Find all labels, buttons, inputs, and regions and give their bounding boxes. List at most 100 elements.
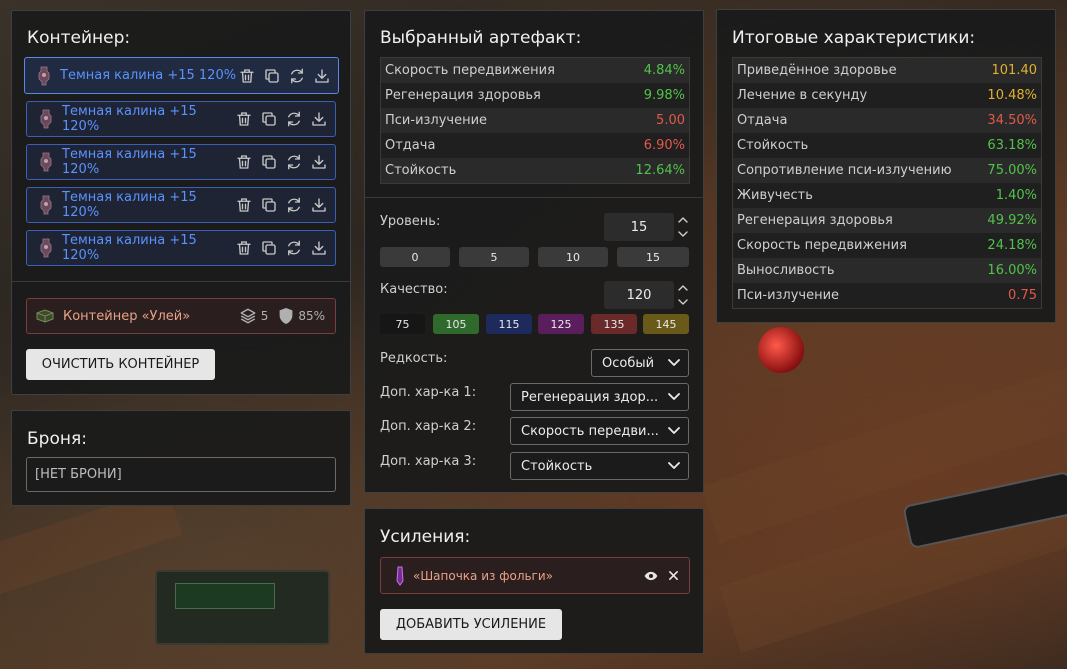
stat-row: Стойкость 63.18% [733, 133, 1041, 158]
copy-icon[interactable] [263, 67, 281, 85]
level-input[interactable]: 15 [604, 213, 674, 241]
boosts-panel: Усиления: «Шапочка из фольги» ДОБАВИТЬ У… [364, 508, 704, 654]
extra-stat-3-select[interactable]: Стойкость [510, 452, 689, 480]
delete-icon[interactable] [235, 153, 253, 171]
delete-icon[interactable] [235, 239, 253, 257]
stat-label: Отдача [737, 113, 788, 128]
quality-preset-button[interactable]: 135 [591, 314, 637, 334]
level-preset-button[interactable]: 0 [380, 247, 450, 267]
container-protection: 85% [278, 307, 325, 325]
delete-icon[interactable] [238, 67, 256, 85]
artifact-icon [39, 195, 53, 215]
level-label: Уровень: [380, 214, 441, 229]
quality-preset-button[interactable]: 115 [486, 314, 532, 334]
container-item-label: Темная калина +15 120% [62, 147, 197, 177]
add-boost-button[interactable]: ДОБАВИТЬ УСИЛЕНИЕ [380, 609, 562, 640]
chevron-down-icon [668, 426, 680, 436]
delete-icon[interactable] [235, 196, 253, 214]
copy-icon[interactable] [260, 153, 278, 171]
divider [365, 197, 703, 198]
download-icon[interactable] [310, 239, 328, 257]
refresh-icon[interactable] [285, 239, 303, 257]
download-icon[interactable] [310, 110, 328, 128]
rarity-select-value: Особый [602, 355, 655, 371]
container-protection-value: 85% [298, 309, 325, 323]
extra-stat-1-label: Доп. хар-ка 1: [380, 385, 477, 400]
refresh-icon[interactable] [285, 110, 303, 128]
stat-value: 4.84% [643, 63, 685, 78]
boost-item[interactable]: «Шапочка из фольги» [380, 557, 690, 594]
download-icon[interactable] [310, 153, 328, 171]
quality-preset-button[interactable]: 75 [380, 314, 425, 334]
download-icon[interactable] [313, 67, 331, 85]
quality-stepper-icon[interactable] [677, 282, 689, 308]
refresh-icon[interactable] [288, 67, 306, 85]
shield-icon [279, 308, 293, 324]
container-item[interactable]: Темная калина +15 120% [26, 144, 336, 180]
container-item[interactable]: Темная калина +15 120% [26, 101, 336, 137]
stat-row: Выносливость 16.00% [733, 258, 1041, 283]
container-hive[interactable]: Контейнер «Улей» 5 85% [26, 298, 336, 334]
stat-value: 24.18% [987, 238, 1037, 253]
refresh-icon[interactable] [285, 196, 303, 214]
container-item-label: Темная калина +15 120% [62, 104, 197, 134]
background-red-light [758, 327, 804, 373]
layers-icon [240, 308, 256, 324]
stat-value: 16.00% [987, 263, 1037, 278]
artifact-stats-table: Скорость передвижения 4.84% Регенерация … [380, 57, 690, 184]
container-item[interactable]: Темная калина +15 120% [24, 57, 339, 94]
extra-stat-2-select[interactable]: Скорость передви... [510, 417, 689, 445]
eye-icon[interactable] [644, 570, 658, 582]
stat-row: Сопротивление пси-излучению 75.00% [733, 158, 1041, 183]
container-item[interactable]: Темная калина +15 120% [26, 187, 336, 223]
level-preset-button[interactable]: 15 [617, 247, 689, 267]
level-stepper-icon[interactable] [677, 214, 689, 240]
stat-row: Пси-излучение 5.00 [381, 108, 689, 133]
refresh-icon[interactable] [285, 153, 303, 171]
copy-icon[interactable] [260, 239, 278, 257]
level-preset-button[interactable]: 10 [538, 247, 608, 267]
stat-row: Пси-излучение 0.75 [733, 283, 1041, 308]
container-icon [36, 309, 54, 323]
extra-stat-1-select[interactable]: Регенерация здор... [510, 383, 689, 411]
artifact-icon [39, 109, 53, 129]
container-item-label: Темная калина +15 120% [62, 233, 197, 263]
extra-stat-1-value: Регенерация здор... [521, 389, 659, 405]
quality-input[interactable]: 120 [604, 281, 674, 309]
close-icon[interactable] [668, 570, 679, 581]
stat-value: 101.40 [991, 63, 1038, 78]
copy-icon[interactable] [260, 196, 278, 214]
delete-icon[interactable] [235, 110, 253, 128]
background-radio-screen [175, 583, 275, 609]
quality-preset-button[interactable]: 125 [538, 314, 584, 334]
level-preset-button[interactable]: 5 [459, 247, 529, 267]
extra-stat-2-label: Доп. хар-ка 2: [380, 419, 477, 434]
stat-label: Лечение в секунду [737, 88, 868, 103]
stat-value: 63.18% [987, 138, 1037, 153]
clear-container-button[interactable]: ОЧИСТИТЬ КОНТЕЙНЕР [26, 349, 215, 380]
container-item-label: Темная калина +15 120% [60, 68, 237, 83]
quality-preset-button[interactable]: 105 [433, 314, 479, 334]
container-name: Контейнер «Улей» [63, 308, 191, 324]
stat-row: Приведённое здоровье 101.40 [733, 58, 1041, 83]
stat-label: Скорость передвижения [385, 63, 555, 78]
stat-row: Скорость передвижения 4.84% [381, 58, 689, 83]
download-icon[interactable] [310, 196, 328, 214]
rarity-select[interactable]: Особый [591, 349, 689, 377]
container-item[interactable]: Темная калина +15 120% [26, 230, 336, 266]
foil-hat-icon [396, 566, 404, 586]
stat-label: Приведённое здоровье [737, 63, 897, 78]
stat-row: Стойкость 12.64% [381, 158, 689, 183]
stat-value: 9.98% [643, 88, 685, 103]
stat-value: 5.00 [656, 113, 685, 128]
stat-value: 34.50% [987, 113, 1037, 128]
container-slots: 5 [239, 307, 268, 325]
quality-preset-button[interactable]: 145 [643, 314, 689, 334]
stat-row: Регенерация здоровья 49.92% [733, 208, 1041, 233]
armor-select[interactable]: [НЕТ БРОНИ] [26, 457, 336, 492]
artifact-title: Выбранный артефакт: [380, 28, 582, 48]
boost-item-label: «Шапочка из фольги» [413, 568, 554, 583]
copy-icon[interactable] [260, 110, 278, 128]
stat-row: Отдача 6.90% [381, 133, 689, 158]
totals-title: Итоговые характеристики: [732, 28, 976, 48]
